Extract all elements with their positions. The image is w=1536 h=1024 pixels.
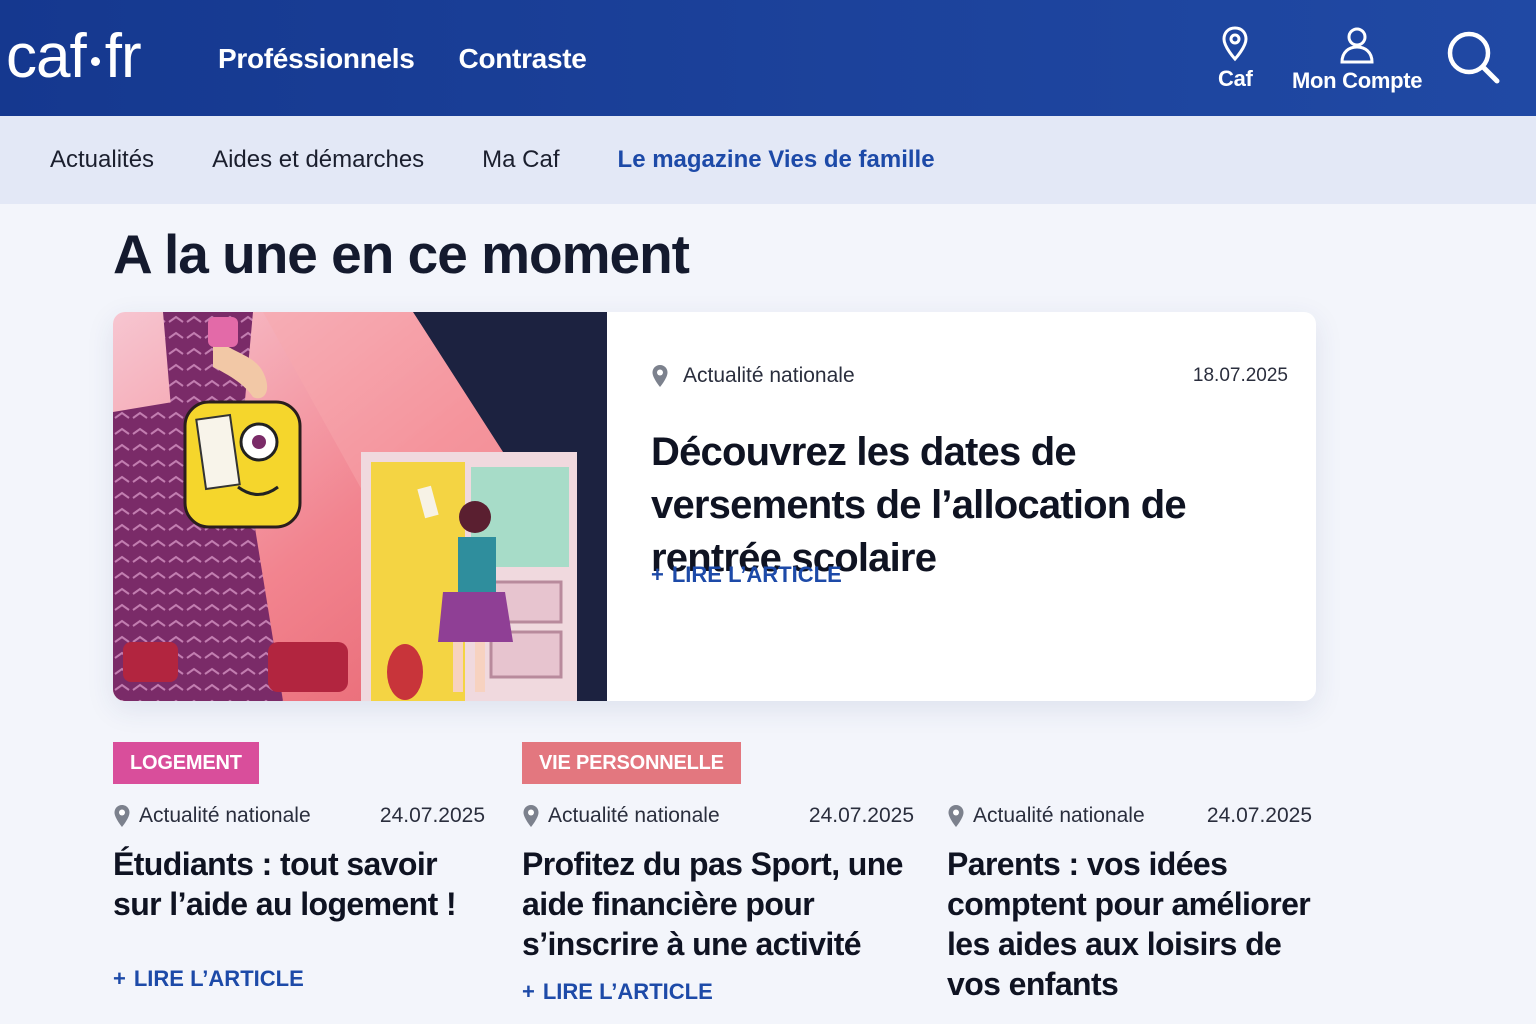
article-date: 24.07.2025 [1206, 804, 1312, 827]
location-pin-icon [114, 805, 130, 827]
plus-icon: + [113, 966, 126, 991]
article-meta: Actualité nationale 24.07.2025 [947, 804, 1312, 828]
article-location: Actualité nationale [947, 804, 1145, 828]
subnav-item-ma-caf[interactable]: Ma Caf [482, 144, 559, 176]
caf-locator-label: Caf [1218, 66, 1253, 91]
featured-location: Actualité nationale [651, 364, 855, 388]
article-read-link-label: LIRE L’ARTICLE [133, 966, 304, 991]
article-meta: Actualité nationale 24.07.2025 [522, 804, 914, 828]
subnav-item-actualites[interactable]: Actualités [50, 144, 154, 176]
nav-professionnels-link[interactable]: Proféssionnels [218, 40, 415, 78]
featured-article-card[interactable]: Actualité nationale 18.07.2025 Découvrez… [113, 312, 1316, 701]
location-pin-icon [948, 805, 964, 827]
logo-text-right: fr [104, 22, 142, 91]
top-header: caf fr Proféssionnels Contraste Caf Mon … [0, 0, 1536, 116]
nav-contraste-link[interactable]: Contraste [459, 40, 587, 78]
article-location-label: Actualité nationale [139, 804, 311, 827]
search-button[interactable] [1444, 28, 1502, 91]
article-card[interactable]: VIE PERSONNELLE Actualité nationale 24.0… [522, 742, 914, 1004]
location-pin-icon [523, 805, 539, 827]
featured-read-link-label: LIRE L’ARTICLE [671, 562, 842, 587]
featured-read-link[interactable]: + LIRE L’ARTICLE [651, 562, 842, 588]
location-pin-icon [1222, 26, 1248, 62]
featured-meta: Actualité nationale 18.07.2025 [651, 364, 1288, 388]
article-location: Actualité nationale [113, 804, 311, 828]
article-card[interactable]: LOGEMENT Actualité nationale 24.07.2025 … [113, 742, 485, 991]
subnav-item-magazine[interactable]: Le magazine Vies de famille [618, 144, 935, 176]
account-button[interactable]: Mon Compte [1292, 26, 1423, 94]
location-pin-icon [652, 365, 668, 387]
plus-icon: + [651, 562, 664, 587]
caf-logo[interactable]: caf fr [6, 22, 142, 92]
caf-locator-button[interactable]: Caf [1218, 26, 1253, 92]
search-icon [1447, 31, 1500, 84]
article-date: 24.07.2025 [808, 804, 914, 827]
category-tag[interactable]: VIE PERSONNELLE [522, 742, 741, 784]
article-read-link-label: LIRE L’ARTICLE [542, 979, 713, 1004]
featured-date: 18.07.2025 [1192, 365, 1288, 386]
article-meta: Actualité nationale 24.07.2025 [113, 804, 485, 828]
featured-location-label: Actualité nationale [683, 364, 855, 387]
plus-icon: + [522, 979, 535, 1004]
logo-text-left: caf [6, 22, 87, 91]
article-title[interactable]: Parents : vos idées comptent pour amélio… [947, 844, 1312, 1004]
article-location-label: Actualité nationale [973, 804, 1145, 827]
secondary-nav-list: Actualités Aides et démarches Ma Caf Le … [50, 144, 993, 176]
logo-dot [90, 56, 100, 66]
article-date: 24.07.2025 [379, 804, 485, 827]
article-location: Actualité nationale [522, 804, 720, 828]
featured-article-body: Actualité nationale 18.07.2025 Découvrez… [651, 312, 1288, 701]
article-read-link[interactable]: + LIRE L’ARTICLE [113, 966, 304, 992]
article-title[interactable]: Étudiants : tout savoir sur l’aide au lo… [113, 844, 485, 924]
user-icon [1340, 27, 1374, 64]
article-read-link[interactable]: + LIRE L’ARTICLE [522, 979, 713, 1005]
account-label: Mon Compte [1292, 68, 1423, 93]
article-location-label: Actualité nationale [548, 804, 720, 827]
secondary-nav: Actualités Aides et démarches Ma Caf Le … [0, 116, 1536, 204]
subnav-item-aides[interactable]: Aides et démarches [212, 144, 424, 176]
featured-illustration [113, 312, 607, 701]
section-title: A la une en ce moment [113, 223, 690, 285]
category-tag[interactable]: LOGEMENT [113, 742, 259, 784]
top-nav: Proféssionnels Contraste [218, 40, 587, 78]
article-title[interactable]: Profitez du pas Sport, une aide financiè… [522, 844, 914, 964]
